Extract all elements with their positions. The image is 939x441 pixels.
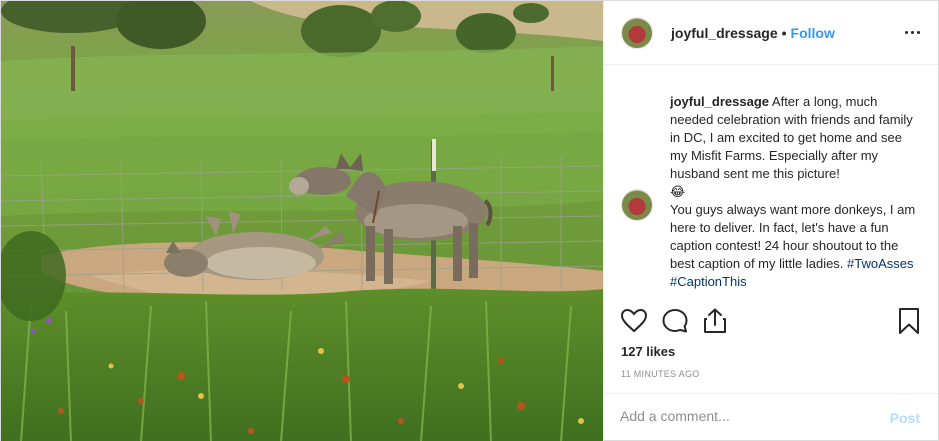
post-timestamp[interactable]: 11 MINUTES AGO <box>621 369 700 379</box>
caption-username[interactable]: joyful_dressage <box>670 94 769 109</box>
bookmark-icon[interactable] <box>894 306 924 336</box>
instagram-post: joyful_dressage • Follow joyful_dressage… <box>0 0 939 441</box>
post-header: joyful_dressage • Follow <box>604 1 938 65</box>
hashtag-captionthis[interactable]: #CaptionThis <box>670 274 747 289</box>
share-icon[interactable] <box>700 306 730 336</box>
follow-button[interactable]: Follow <box>791 25 835 41</box>
post-photo[interactable] <box>1 1 603 441</box>
comment-bar: Post <box>604 393 938 441</box>
laughing-emoji: 😂 <box>670 184 686 199</box>
action-bar <box>604 306 938 346</box>
heart-icon[interactable] <box>619 306 649 336</box>
separator-dot: • <box>781 24 787 41</box>
caption-text: joyful_dressage After a long, much neede… <box>670 93 920 291</box>
hashtag-twoasses[interactable]: #TwoAsses <box>847 256 913 271</box>
more-options-icon[interactable] <box>905 31 920 34</box>
post-sidebar: joyful_dressage • Follow joyful_dressage… <box>603 1 938 441</box>
caption-area: joyful_dressage After a long, much neede… <box>604 68 938 296</box>
avatar[interactable] <box>621 16 653 49</box>
header-username[interactable]: joyful_dressage <box>671 25 778 41</box>
donkeys-photo <box>1 1 603 441</box>
comment-input[interactable] <box>620 408 870 424</box>
post-button[interactable]: Post <box>890 410 920 426</box>
comment-icon[interactable] <box>660 306 690 336</box>
like-count[interactable]: 127 likes <box>621 344 675 359</box>
caption-avatar[interactable] <box>621 189 653 221</box>
